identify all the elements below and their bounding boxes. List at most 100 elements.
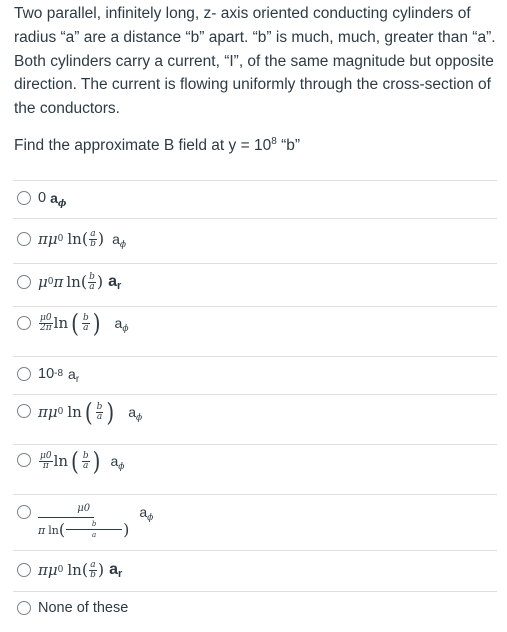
pi-symbol: π: [38, 230, 48, 248]
mu-symbol: μ: [47, 561, 58, 579]
divider: [13, 356, 497, 357]
mu-symbol: μ: [47, 403, 58, 421]
fraction: ab: [89, 559, 97, 580]
divider: [13, 550, 497, 551]
denominator: a: [89, 281, 95, 292]
unit-subscript: ϕ: [119, 240, 127, 250]
denominator: a: [83, 460, 89, 471]
option-formula: πμ0 ln ( ab ) ar: [38, 559, 123, 580]
numerator: b: [82, 450, 89, 461]
answer-option-5[interactable]: 10 -8 ar: [17, 366, 79, 385]
right-paren: ): [106, 397, 115, 427]
divider: [13, 180, 497, 181]
main-fraction: μ0 π ln ( ba ): [38, 502, 129, 540]
unit-subscript: r: [116, 280, 122, 292]
radio-button[interactable]: [17, 191, 31, 205]
divider: [13, 394, 497, 395]
ln-function: ln: [67, 230, 82, 248]
right-paren: ): [96, 272, 104, 291]
unit-vector: aϕ: [50, 190, 67, 209]
answer-option-6[interactable]: πμ0 ln ( ba ) aϕ: [17, 397, 143, 427]
answer-option-10[interactable]: None of these: [17, 600, 128, 616]
option-base: 10: [38, 366, 55, 382]
option-formula: μ0π ln ( ba ) ar: [38, 271, 122, 292]
denominator: b: [90, 569, 96, 580]
denominator: a: [92, 531, 97, 539]
fraction: ba: [81, 312, 90, 333]
left-paren: (: [80, 272, 88, 291]
unit-vector: ar: [108, 273, 122, 292]
divider: [13, 591, 497, 592]
numerator: b: [89, 271, 95, 282]
numerator: a: [90, 559, 96, 570]
unit-base: a: [50, 190, 58, 206]
ln-function: ln: [67, 561, 82, 579]
answer-option-9[interactable]: πμ0 ln ( ab ) ar: [17, 560, 122, 580]
divider: [13, 444, 497, 445]
question-paragraph: Two parallel, infinitely long, z- axis o…: [14, 5, 496, 118]
divider: [13, 494, 497, 495]
answer-option-3[interactable]: μ0π ln ( ba ) ar: [17, 272, 121, 292]
ln-function: ln: [53, 452, 69, 470]
unit-subscript: ϕ: [147, 513, 154, 523]
denominator: 2π: [40, 322, 52, 333]
pi-symbol: π: [38, 561, 48, 579]
radio-button[interactable]: [17, 404, 31, 418]
right-paren: ): [92, 446, 101, 476]
answer-option-8[interactable]: μ0 π ln ( ba ) aϕ: [17, 502, 153, 540]
radio-button[interactable]: [17, 232, 31, 246]
left-paren: (: [81, 229, 89, 248]
pi-symbol: π: [53, 273, 64, 291]
pi-symbol: π: [38, 523, 46, 537]
unit-subscript: r: [117, 568, 123, 580]
fraction: ba: [88, 271, 96, 292]
fraction: ab: [89, 228, 97, 249]
unit-vector: ar: [68, 366, 79, 385]
unit-base: a: [109, 561, 118, 578]
answer-option-2[interactable]: πμ0 ln ( ab ) aϕ: [17, 228, 127, 250]
unit-vector: aϕ: [128, 404, 143, 423]
unit-vector: aϕ: [139, 504, 154, 523]
denominator: a: [83, 322, 89, 333]
unit-vector: ar: [109, 561, 123, 580]
mu-symbol: μ: [47, 230, 58, 248]
radio-button[interactable]: [17, 367, 31, 381]
numerator: b: [82, 312, 89, 323]
option-formula: μ0 π ln ( ba ) aϕ: [38, 446, 125, 476]
radio-button[interactable]: [17, 275, 31, 289]
ln-function: ln: [67, 403, 82, 421]
ln-function: ln: [48, 523, 59, 537]
left-paren: (: [84, 397, 93, 427]
answer-option-7[interactable]: μ0 π ln ( ba ) aϕ: [17, 446, 125, 476]
denominator: b: [90, 238, 96, 249]
unit-subscript: ϕ: [57, 199, 67, 209]
unit-vector: aϕ: [115, 315, 129, 334]
numerator: μ0: [77, 503, 91, 514]
unit-subscript: ϕ: [118, 462, 125, 472]
unit-subscript: ϕ: [136, 413, 143, 423]
answer-option-1[interactable]: 0 aϕ: [17, 190, 67, 209]
unit-subscript: ϕ: [122, 324, 129, 334]
radio-button[interactable]: [17, 563, 31, 577]
coefficient-fraction: μ0 2π: [39, 312, 53, 333]
radio-button[interactable]: [17, 601, 31, 615]
ln-function: ln: [53, 314, 69, 332]
prompt-text: Find the approximate B field at y = 10: [14, 136, 272, 154]
left-paren: (: [58, 520, 66, 539]
unit-base: a: [108, 273, 117, 290]
denominator: π: [42, 460, 49, 471]
numerator: b: [91, 520, 97, 528]
radio-button[interactable]: [17, 453, 31, 467]
fraction-bar: [66, 529, 123, 530]
unit-vector: aϕ: [112, 231, 127, 250]
answer-option-4[interactable]: μ0 2π ln ( ba ) aϕ: [17, 311, 129, 336]
radio-button[interactable]: [17, 316, 31, 330]
numerator: a: [90, 228, 96, 239]
prompt-text-end: “b”: [276, 136, 301, 154]
numerator: μ0: [40, 312, 52, 323]
option-formula: πμ0 ln ( ba ) aϕ: [38, 397, 143, 427]
fraction-bar: [38, 517, 94, 518]
unit-vector: aϕ: [110, 453, 125, 472]
radio-button[interactable]: [17, 505, 31, 519]
pi-symbol: π: [38, 403, 48, 421]
